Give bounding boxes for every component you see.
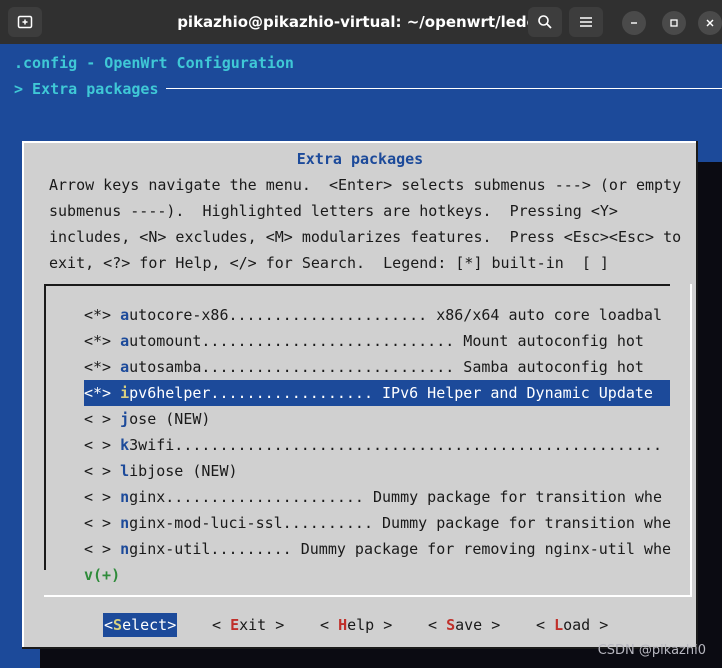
menu-item-nginx-mod-luci-ssl[interactable]: < > nginx-mod-luci-ssl.......... Dummy p… [84, 510, 672, 536]
item-state: <*> [84, 306, 121, 324]
item-state: <*> [84, 384, 121, 402]
item-hotkey: k [120, 436, 130, 454]
item-state: < > [84, 488, 121, 506]
button-label: oad > [563, 616, 609, 634]
dialog-border [22, 647, 698, 649]
item-label: 3wifi...................................… [129, 436, 662, 454]
header-divider [166, 88, 722, 89]
item-hotkey: n [120, 514, 130, 532]
menu-box-border [44, 595, 692, 597]
button-label: elp > [347, 616, 393, 634]
button-label: elect> [122, 616, 177, 634]
menu-item-libjose[interactable]: < > libjose (NEW) [84, 458, 670, 484]
save-button[interactable]: < Save > [427, 613, 501, 637]
item-state: < > [84, 540, 121, 558]
terminal-area[interactable]: .config - OpenWrt Configuration > Extra … [0, 44, 722, 668]
button-hotkey: H [338, 616, 348, 634]
button-bracket: < [428, 616, 447, 634]
menu-item-autosamba[interactable]: <*> autosamba...........................… [84, 354, 670, 380]
item-label: ginx-mod-luci-ssl.......... Dummy packag… [129, 514, 672, 532]
watermark: CSDN @pikazhi0 [597, 643, 706, 658]
new-tab-icon [17, 15, 33, 29]
maximize-button[interactable] [662, 11, 686, 35]
menu-button[interactable] [569, 7, 603, 37]
button-hotkey: L [554, 616, 564, 634]
menu-item-nginx[interactable]: < > nginx...................... Dummy pa… [84, 484, 670, 510]
item-label: ibjose (NEW) [129, 462, 238, 480]
item-label: ginx...................... Dummy package… [129, 488, 662, 506]
new-tab-button[interactable] [8, 7, 42, 37]
menu-item-k3wifi[interactable]: < > k3wifi..............................… [84, 432, 670, 458]
minimize-icon [631, 22, 637, 24]
item-state: < > [84, 462, 121, 480]
item-label: pv6helper.................. IPv6 Helper … [129, 384, 653, 402]
help-text-line: Arrow keys navigate the menu. <Enter> se… [49, 176, 682, 194]
help-text-line: exit, <?> for Help, </> for Search. Lege… [49, 254, 609, 272]
item-hotkey: a [120, 332, 130, 350]
item-label: ginx-util......... Dummy package for rem… [129, 540, 672, 558]
menuconfig-dialog: Extra packages Arrow keys navigate the m… [22, 141, 698, 649]
item-label: ose (NEW) [129, 410, 211, 428]
menu-item-nginx-util[interactable]: < > nginx-util......... Dummy package fo… [84, 536, 672, 562]
dialog-border [22, 141, 24, 649]
button-bracket: < [212, 616, 231, 634]
menu-box-border [44, 284, 46, 570]
item-state: <*> [84, 332, 121, 350]
help-button[interactable]: < Help > [319, 613, 393, 637]
item-state: <*> [84, 358, 121, 376]
item-hotkey: n [120, 540, 130, 558]
item-state: < > [84, 436, 121, 454]
item-state: < > [84, 514, 121, 532]
item-hotkey: i [120, 384, 130, 402]
button-bracket: < [104, 616, 114, 634]
close-icon [706, 19, 714, 27]
item-hotkey: j [120, 410, 130, 428]
button-hotkey: E [230, 616, 240, 634]
help-text-line: submenus ----). Highlighted letters are … [49, 202, 618, 220]
close-button[interactable] [698, 11, 722, 35]
menu-item-autocore-x86[interactable]: <*> autocore-x86...................... x… [84, 302, 670, 328]
dialog-border [22, 141, 698, 143]
item-hotkey: n [120, 488, 130, 506]
item-label: utomount............................ Mou… [129, 332, 644, 350]
item-label: utosamba............................ Sam… [129, 358, 644, 376]
select-button[interactable]: <Select> [103, 613, 178, 637]
item-label: utocore-x86...................... x86/x6… [129, 306, 662, 324]
button-bracket: < [536, 616, 555, 634]
button-hotkey: S [446, 616, 456, 634]
more-items-indicator: v(+) [84, 566, 121, 584]
item-hotkey: a [120, 358, 130, 376]
button-bracket: < [320, 616, 339, 634]
help-text-line: includes, <N> excludes, <M> modularizes … [49, 228, 682, 246]
menu-box-border [690, 284, 692, 597]
item-hotkey: a [120, 306, 130, 324]
menu-item-jose[interactable]: < > jose (NEW) [84, 406, 670, 432]
item-state: < > [84, 410, 121, 428]
exit-button[interactable]: < Exit > [211, 613, 285, 637]
button-hotkey: S [113, 616, 123, 634]
window-title: pikazhio@pikazhio-virtual: ~/openwrt/led… [177, 13, 537, 31]
window-titlebar: pikazhio@pikazhio-virtual: ~/openwrt/led… [0, 0, 722, 44]
hamburger-menu-icon [580, 17, 592, 27]
breadcrumb: > Extra packages [14, 80, 168, 98]
load-button[interactable]: < Load > [535, 613, 609, 637]
search-button[interactable] [528, 7, 562, 37]
config-header: .config - OpenWrt Configuration [14, 54, 294, 72]
menu-item-ipv6helper[interactable]: <*> ipv6helper.................. IPv6 He… [84, 380, 670, 406]
dialog-title: Extra packages [296, 150, 424, 168]
search-icon [538, 15, 552, 29]
maximize-icon [670, 19, 678, 27]
menu-item-automount[interactable]: <*> automount...........................… [84, 328, 670, 354]
item-hotkey: l [120, 462, 130, 480]
dialog-border [696, 141, 698, 649]
button-label: ave > [455, 616, 501, 634]
minimize-button[interactable] [622, 11, 646, 35]
button-label: xit > [239, 616, 285, 634]
menu-box-border [44, 284, 670, 286]
